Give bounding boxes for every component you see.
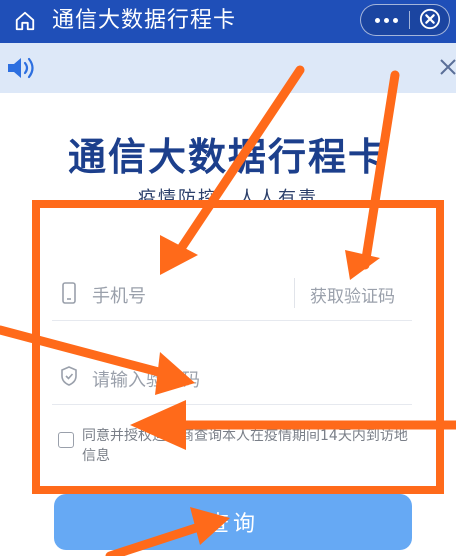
capsule-divider [409, 11, 410, 29]
code-row [52, 356, 412, 405]
close-icon[interactable] [438, 57, 456, 77]
query-button[interactable]: 查询 [54, 494, 412, 550]
window-title: 通信大数据行程卡 [52, 8, 237, 33]
phone-row: 获取验证码 [52, 272, 412, 321]
more-icon[interactable] [373, 9, 399, 31]
mini-program-capsule [360, 4, 450, 36]
page-title: 通信大数据行程卡 [67, 135, 388, 179]
top-bar: 通信大数据行程卡 [0, 0, 456, 43]
phone-icon [62, 282, 76, 304]
phone-input[interactable] [90, 280, 284, 312]
close-circle-icon[interactable] [419, 8, 441, 30]
field-divider [294, 278, 295, 308]
page-subtitle: 疫情防控，人人有责 [138, 188, 318, 209]
agree-checkbox[interactable] [58, 432, 74, 448]
agree-text: 同意并授权运营商查询本人在疫情期间14天内到访地信息 [82, 428, 408, 464]
login-form: 获取验证码 同意并授权运营商查询本人在疫情期间14天内到访地信息 [36, 230, 432, 475]
notice-bar [0, 43, 456, 93]
shield-icon [61, 366, 77, 386]
speaker-icon [8, 57, 34, 79]
code-input[interactable] [90, 364, 284, 396]
get-code-button[interactable]: 获取验证码 [310, 282, 395, 307]
home-icon[interactable] [14, 10, 36, 32]
